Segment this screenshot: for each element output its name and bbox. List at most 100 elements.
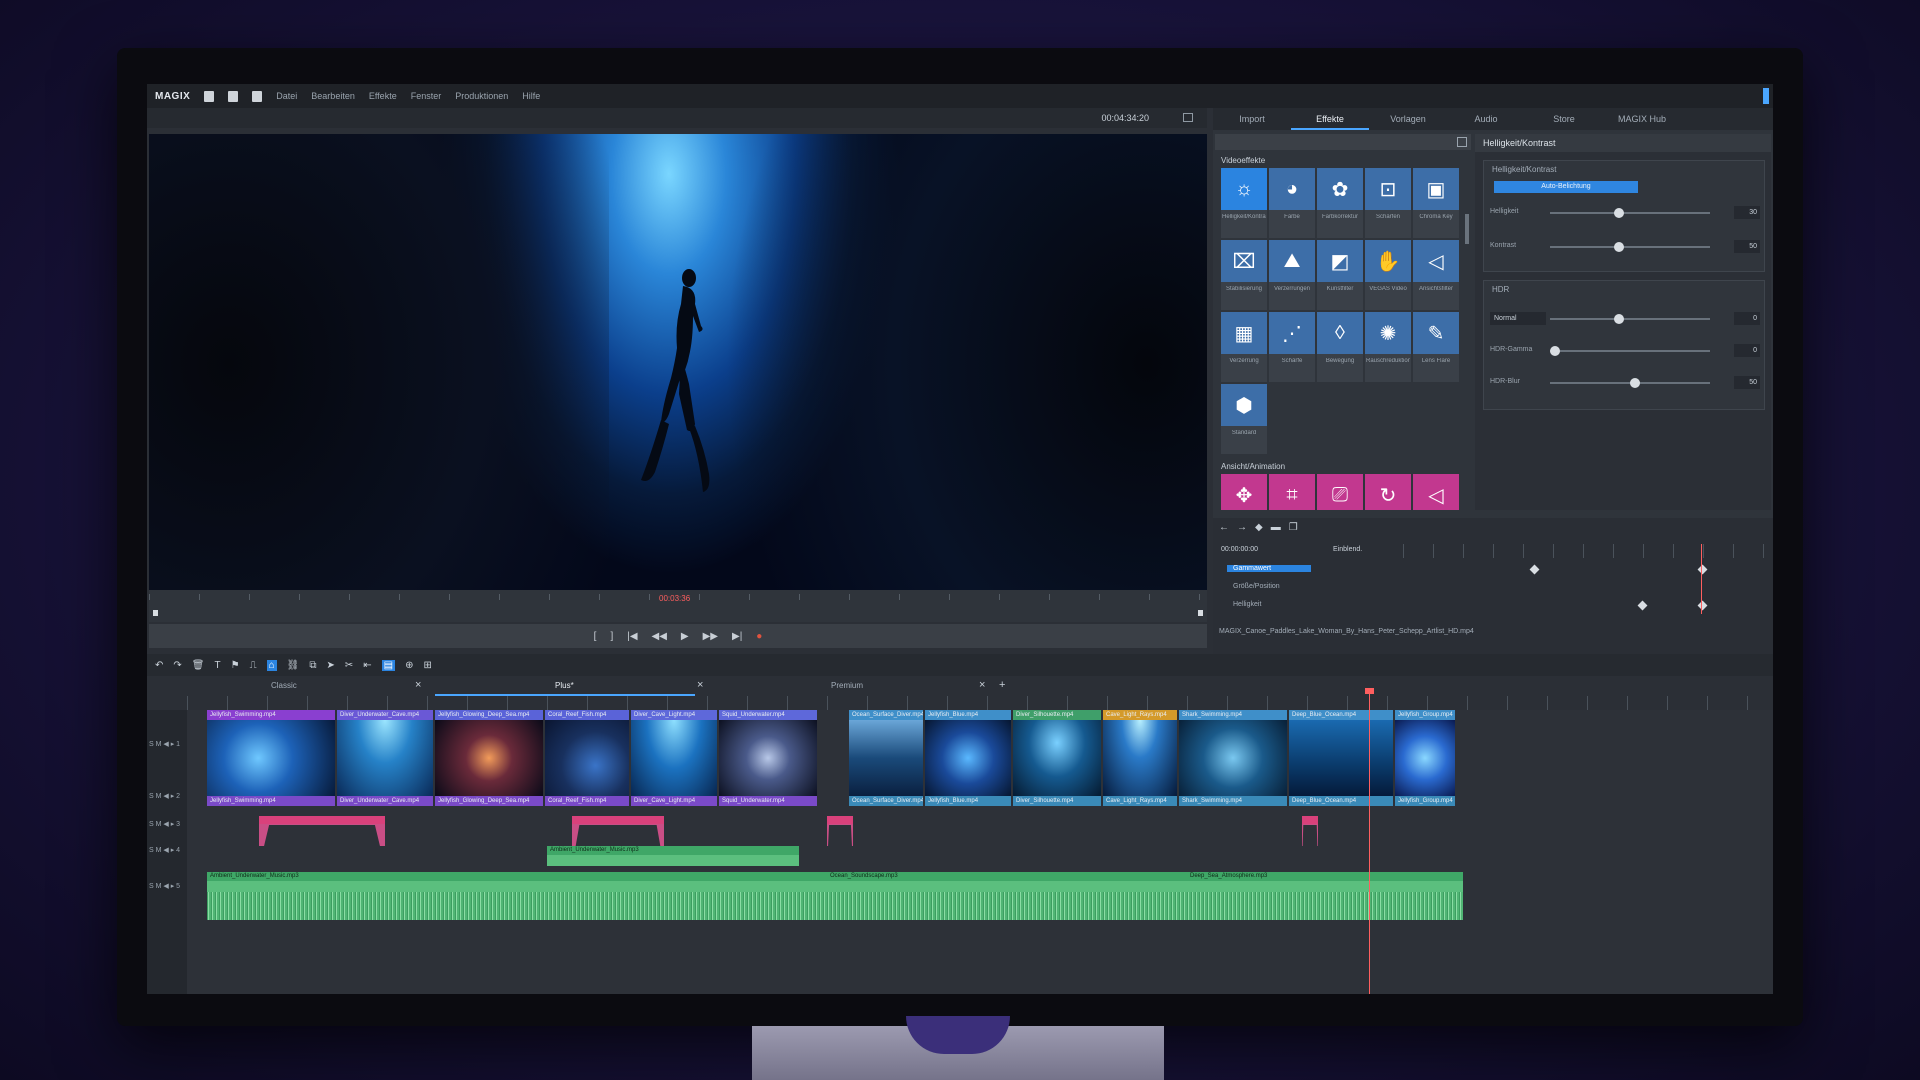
video-clip[interactable]: Ocean_Surface_Diver.mp4 Ocean_Surface_Div… — [849, 710, 923, 806]
audio-clip[interactable]: Ocean_Soundscape.mp3 — [827, 872, 1187, 920]
record-icon[interactable]: ● — [756, 631, 762, 642]
add-keyframe-icon[interactable]: ◆ — [1255, 522, 1263, 533]
fullscreen-icon[interactable] — [1183, 113, 1193, 122]
tab-plus[interactable]: Plus* — [555, 676, 574, 696]
video-clip[interactable]: Squid_Underwater.mp4 Squid_Underwater.mp4 — [719, 710, 817, 806]
brightness-value[interactable]: 30 — [1734, 206, 1760, 219]
delete-keyframe-icon[interactable]: ▬ — [1271, 522, 1281, 533]
arrow-right-icon[interactable]: → — [1237, 522, 1247, 533]
tab-premium[interactable]: Premium — [831, 676, 863, 696]
effect-vegas-video[interactable]: ✋ VEGAS Video — [1365, 240, 1411, 310]
text-icon[interactable]: T — [214, 660, 220, 671]
video-clip[interactable]: Jellyfish_Blue.mp4 Jellyfish_Blue.mp4 — [925, 710, 1011, 806]
video-clip[interactable]: Diver_Cave_Light.mp4 Diver_Cave_Light.mp4 — [631, 710, 717, 806]
keyframe-marker[interactable] — [1697, 564, 1708, 575]
play-icon[interactable]: ▶ — [681, 631, 689, 642]
next-marker-icon[interactable]: ▶▶ — [703, 631, 718, 642]
keyframe-ruler[interactable] — [1403, 544, 1769, 558]
tab-classic[interactable]: Classic — [271, 676, 297, 696]
menu-datei[interactable]: Datei — [276, 91, 297, 101]
effect-anim-4[interactable]: ↻ — [1365, 474, 1411, 510]
save-icon[interactable] — [252, 90, 263, 102]
hdr-gamma-value[interactable]: 0 — [1734, 344, 1760, 357]
effects-search-input[interactable] — [1215, 134, 1471, 150]
title-clip[interactable] — [259, 816, 385, 846]
effect-schaerfe[interactable]: ⋰ Schärfe — [1269, 312, 1315, 382]
track-3-header[interactable]: S M ◀ ▸ 3 — [149, 820, 180, 828]
effect-farbkorrektur[interactable]: ✿ Farbkorrektur — [1317, 168, 1363, 238]
video-clip[interactable]: Jellyfish_Group.mp4 Jellyfish_Group.mp4 — [1395, 710, 1455, 806]
keyframe-row-brightness[interactable]: Helligkeit — [1213, 598, 1773, 614]
tab-import[interactable]: Import — [1213, 108, 1291, 130]
new-file-icon[interactable] — [204, 90, 215, 102]
group-title-brightness[interactable]: Helligkeit/Kontrast — [1484, 161, 1764, 178]
video-clip[interactable]: Deep_Blue_Ocean.mp4 Deep_Blue_Ocean.mp4 — [1289, 710, 1393, 806]
keyframe-row-gamma[interactable]: Gammawert — [1213, 562, 1773, 578]
contrast-slider[interactable] — [1550, 242, 1710, 252]
effects-scrollbar[interactable] — [1465, 214, 1469, 244]
redo-icon[interactable]: ↷ — [173, 660, 181, 671]
menu-effekte[interactable]: Effekte — [369, 91, 397, 101]
mouse-mode-icon[interactable]: ⌂ — [266, 659, 277, 671]
close-tab-icon[interactable]: × — [697, 679, 703, 691]
video-clip[interactable]: Coral_Reef_Fish.mp4 Coral_Reef_Fish.mp4 — [545, 710, 629, 806]
effect-anim-2[interactable]: ⌗ — [1269, 474, 1315, 510]
effect-chroma-key[interactable]: ▣ Chroma Key — [1413, 168, 1459, 238]
hdr-mode-slider[interactable] — [1550, 314, 1710, 324]
audio-clip[interactable]: Ambient_Underwater_Music.mp3 — [207, 872, 827, 920]
hdr-mode-value[interactable]: 0 — [1734, 312, 1760, 325]
arrow-left-icon[interactable]: ← — [1219, 522, 1229, 533]
keyframe-row-size-position[interactable]: Größe/Position — [1213, 580, 1773, 596]
keyframe-playhead[interactable] — [1701, 544, 1702, 614]
effect-lens-flare[interactable]: ✎ Lens Flare — [1413, 312, 1459, 382]
storyboard-icon[interactable]: ▤ — [381, 659, 396, 671]
link-icon[interactable]: ⛓ — [287, 660, 300, 671]
track-4-header[interactable]: S M ◀ ▸ 4 — [149, 846, 180, 854]
cursor-icon[interactable]: ➤ — [326, 660, 334, 671]
title-clip[interactable] — [827, 816, 853, 846]
timeline-ruler[interactable] — [187, 696, 1773, 710]
effect-schaerfen[interactable]: ⊡ Schärfen — [1365, 168, 1411, 238]
video-clip[interactable]: Jellyfish_Glowing_Deep_Sea.mp4 Jellyfish_… — [435, 710, 543, 806]
hdr-mode-dropdown[interactable]: Normal — [1490, 312, 1546, 325]
effect-standard[interactable]: ⬢ Standard — [1221, 384, 1267, 454]
effect-anim-3[interactable]: ⎚ — [1317, 474, 1363, 510]
menu-fenster[interactable]: Fenster — [411, 91, 442, 101]
video-clip[interactable]: Diver_Underwater_Cave.mp4 Diver_Underwate… — [337, 710, 433, 806]
skip-forward-icon[interactable]: ▶| — [732, 631, 742, 642]
video-clip[interactable]: Cave_Light_Rays.mp4 Cave_Light_Rays.mp4 — [1103, 710, 1177, 806]
group-icon[interactable]: ⧉ — [309, 660, 316, 671]
split-icon[interactable]: ⎍ — [250, 660, 257, 671]
effect-verzerrungen[interactable]: ⛰ Verzerrungen — [1269, 240, 1315, 310]
open-folder-icon[interactable] — [228, 90, 239, 102]
auto-exposure-button[interactable]: Auto-Belichtung — [1494, 181, 1638, 193]
video-clip[interactable]: Diver_Silhouette.mp4 Diver_Silhouette.mp4 — [1013, 710, 1101, 806]
close-tab-icon[interactable]: × — [979, 679, 985, 691]
menu-produktionen[interactable]: Produktionen — [455, 91, 508, 101]
prev-marker-icon[interactable]: ◀◀ — [652, 631, 667, 642]
tab-audio[interactable]: Audio — [1447, 108, 1525, 130]
title-clip[interactable] — [572, 816, 664, 846]
timeline-playhead[interactable] — [1369, 692, 1370, 994]
effect-kunstfilter[interactable]: ◩ Kunstfilter — [1317, 240, 1363, 310]
group-title-hdr[interactable]: HDR — [1484, 281, 1764, 298]
effect-farbe[interactable]: ◕ Farbe — [1269, 168, 1315, 238]
hdr-gamma-slider[interactable] — [1550, 346, 1710, 356]
video-clip[interactable]: Shark_Swimming.mp4 Shark_Swimming.mp4 — [1179, 710, 1287, 806]
audio-clip-short[interactable]: Ambient_Underwater_Music.mp3 — [547, 846, 799, 866]
preview-scrubber[interactable]: 00:03:36 — [149, 590, 1207, 622]
add-tab-icon[interactable]: + — [999, 679, 1005, 691]
hdr-blur-value[interactable]: 50 — [1734, 376, 1760, 389]
effect-stabilisierung[interactable]: ⌧ Stabilisierung — [1221, 240, 1267, 310]
tab-effekte[interactable]: Effekte — [1291, 108, 1369, 130]
in-point-icon[interactable]: [ — [594, 631, 597, 642]
delete-icon[interactable]: 🗑 — [192, 660, 205, 671]
category-videoeffekte[interactable]: Videoeffekte — [1215, 154, 1471, 168]
range-start-marker[interactable] — [153, 610, 158, 616]
menu-hilfe[interactable]: Hilfe — [522, 91, 540, 101]
category-animation[interactable]: Ansicht/Animation — [1215, 460, 1471, 474]
title-clip[interactable] — [1302, 816, 1318, 846]
out-point-icon[interactable]: ] — [610, 631, 613, 642]
hdr-blur-slider-thumb[interactable] — [1630, 378, 1640, 388]
effect-anim-1[interactable]: ✥ — [1221, 474, 1267, 510]
